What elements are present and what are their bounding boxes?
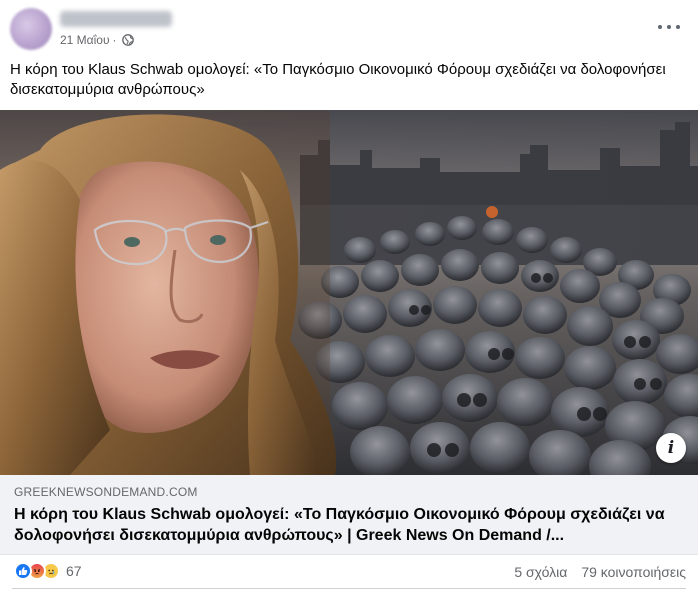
post-text: Η κόρη του Klaus Schwab ομολογεί: «Το Πα… [10,61,666,98]
shares-count[interactable]: 79 κοινοποιήσεις [581,564,686,580]
footer-divider [12,588,686,589]
comments-count[interactable]: 5 σχόλια [514,564,567,580]
info-icon[interactable]: i [656,433,686,463]
post-stats: 5 σχόλια 79 κοινοποιήσεις [514,564,686,580]
link-domain: GREEKNEWSONDEMAND.COM [14,485,198,499]
reactions-summary[interactable]: 67 [14,562,82,580]
post-date[interactable]: 21 Μαΐου [60,33,110,47]
meta-separator: · [112,33,117,47]
globe-icon [121,34,134,46]
post-image-artwork [0,110,698,475]
author-avatar[interactable] [10,8,52,50]
facebook-post: 21 Μαΐου · Η κόρη του Klaus Schwab ομολο… [0,0,698,591]
post-footer: 67 5 σχόλια 79 κοινοποιήσεις [0,556,698,591]
post-image[interactable]: i [0,110,698,475]
reaction-count: 67 [66,563,82,579]
post-meta: 21 Μαΐου · [60,33,134,47]
link-title[interactable]: Η κόρη του Klaus Schwab ομολογεί: «Το Πα… [14,504,684,546]
like-icon [14,562,32,580]
author-name-redacted[interactable] [60,11,172,27]
link-preview[interactable]: GREEKNEWSONDEMAND.COM Η κόρη του Klaus S… [0,475,698,555]
post-header: 21 Μαΐου · [0,0,698,56]
more-horizontal-icon[interactable] [658,20,680,34]
